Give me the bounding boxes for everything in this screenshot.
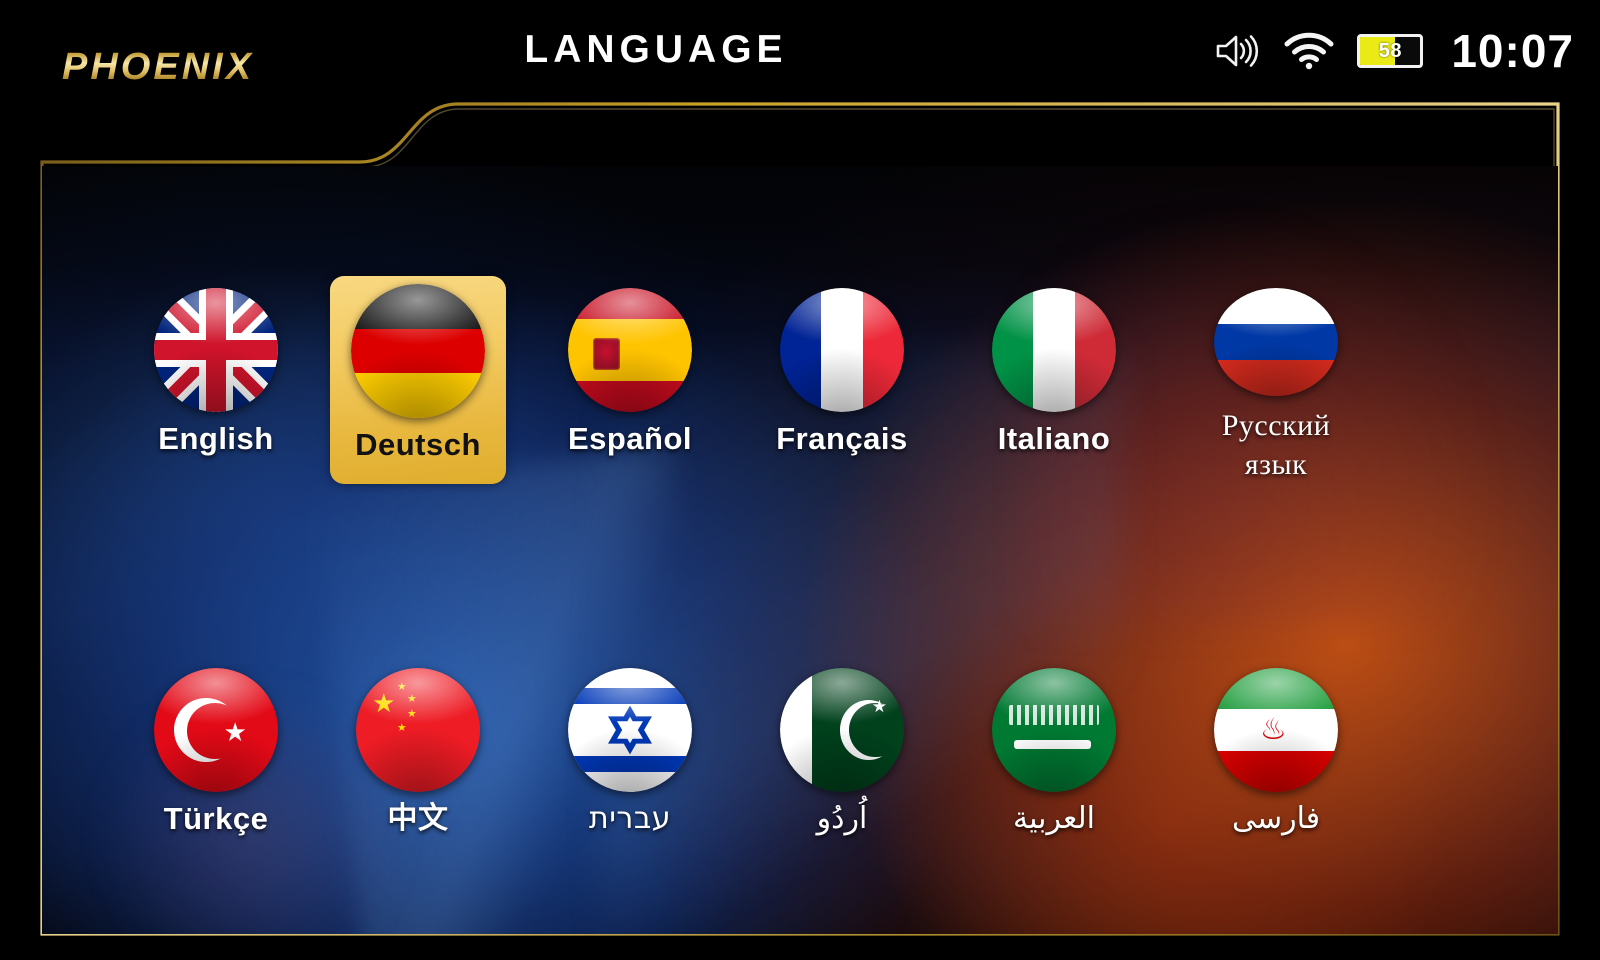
language-label: العربية <box>1013 801 1095 836</box>
language-label: Deutsch <box>355 427 481 462</box>
language-label: Русский язык <box>1221 409 1331 481</box>
spain-flag <box>568 288 692 412</box>
battery-level-label: 58 <box>1378 39 1402 62</box>
language-label: Italiano <box>997 421 1111 456</box>
volume-icon[interactable] <box>1213 31 1261 71</box>
battery-icon[interactable]: 58 <box>1357 34 1424 68</box>
language-option-italy[interactable]: Italiano <box>966 276 1142 484</box>
israel-flag <box>568 668 692 792</box>
russia-flag <box>1214 288 1338 396</box>
language-label: 中文 <box>387 801 449 836</box>
language-label: English <box>158 421 274 456</box>
france-flag <box>780 288 904 412</box>
language-option-uk[interactable]: English <box>128 276 304 484</box>
language-option-saudi[interactable]: العربية <box>966 656 1142 864</box>
language-option-germany[interactable]: Deutsch <box>330 276 506 484</box>
language-option-israel[interactable]: עברית <box>542 656 718 864</box>
saudi-flag <box>992 668 1116 792</box>
iran-flag: ♨ <box>1214 668 1338 792</box>
language-option-russia[interactable]: Русский язык <box>1188 276 1364 484</box>
clock-label: 10:07 <box>1451 25 1574 77</box>
language-selection-screen: PHOENIX LANGUAGE 58 10:07 English Deutsc… <box>0 0 1600 960</box>
language-label: اُردُو <box>816 801 868 836</box>
language-grid: English Deutsch Español Français Italian… <box>42 166 1558 934</box>
language-option-china[interactable]: ★ ★ ★ ★ ★ 中文 <box>330 656 506 864</box>
language-label: Español <box>567 421 693 456</box>
language-label: Türkçe <box>163 801 269 836</box>
italy-flag <box>992 288 1116 412</box>
language-label: עברית <box>589 801 671 836</box>
language-label: Français <box>776 421 908 456</box>
language-option-pakistan[interactable]: ★ اُردُو <box>754 656 930 864</box>
content-panel: English Deutsch Español Français Italian… <box>42 166 1558 934</box>
turkey-flag: ★ <box>154 668 278 792</box>
china-flag: ★ ★ ★ ★ ★ <box>356 668 480 792</box>
germany-flag <box>351 284 485 418</box>
status-bar: PHOENIX LANGUAGE 58 10:07 <box>0 0 1600 100</box>
uk-flag <box>154 288 278 412</box>
language-option-france[interactable]: Français <box>754 276 930 484</box>
status-icon-group: 58 10:07 <box>1213 18 1574 84</box>
language-option-iran[interactable]: ♨ فارسی <box>1188 656 1364 864</box>
pakistan-flag: ★ <box>780 668 904 792</box>
wifi-icon[interactable] <box>1283 31 1335 71</box>
language-label: فارسی <box>1231 801 1321 836</box>
language-option-turkey[interactable]: ★ Türkçe <box>128 656 304 864</box>
language-option-spain[interactable]: Español <box>542 276 718 484</box>
